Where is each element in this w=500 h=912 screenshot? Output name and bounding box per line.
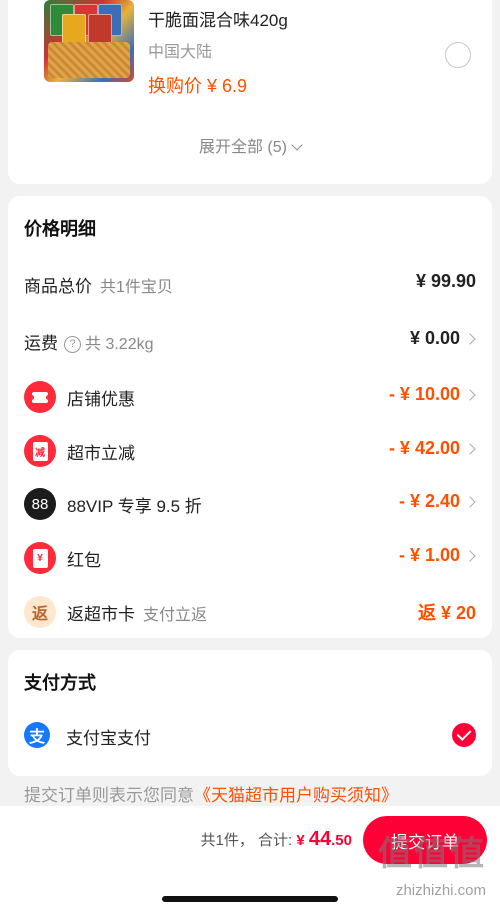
order-total: 共1件， 合计: ¥ 44.50 bbox=[201, 828, 352, 851]
store-discount-label: 店铺优惠 bbox=[67, 390, 135, 409]
cashback-note: 支付立返 bbox=[143, 607, 208, 624]
currency-symbol: ¥ bbox=[296, 832, 309, 849]
home-indicator[interactable] bbox=[162, 896, 338, 902]
total-integer: 44 bbox=[308, 828, 332, 850]
alipay-icon: 支 bbox=[24, 722, 50, 748]
chevron-right-icon bbox=[464, 496, 476, 508]
product-exchange-price: 换购价 ¥ 6.9 bbox=[148, 76, 248, 96]
subtotal-value: ¥ 99.90 bbox=[415, 271, 476, 291]
cashback-icon: 返 bbox=[24, 596, 56, 628]
product-card: 干脆面混合味420g 中国大陆 换购价 ¥ 6.9 展开全部 (5) bbox=[8, 0, 492, 184]
price-detail-title: 价格明细 bbox=[24, 219, 96, 239]
selected-check-icon[interactable] bbox=[452, 723, 476, 747]
total-label: 合计: bbox=[258, 832, 293, 849]
market-reduction-value: - ¥ 42.00 bbox=[388, 438, 460, 458]
help-icon[interactable]: ? bbox=[64, 336, 81, 353]
vip88-icon: 88 bbox=[24, 488, 56, 520]
total-decimal: .50 bbox=[331, 832, 352, 849]
row-cashback: 返 返超市卡 支付立返 返 ¥ 20 bbox=[8, 592, 492, 632]
row-store-discount[interactable]: 店铺优惠 - ¥ 10.00 bbox=[8, 377, 492, 417]
row-subtotal: 商品总价 共1件宝贝 ¥ 99.90 bbox=[8, 264, 492, 304]
item-count: 共1件， bbox=[200, 832, 254, 849]
chevron-right-icon bbox=[464, 389, 476, 401]
product-title: 干脆面混合味420g bbox=[148, 11, 288, 30]
subtotal-label: 商品总价 bbox=[24, 277, 92, 296]
red-packet-value: - ¥ 1.00 bbox=[398, 545, 460, 565]
price-detail-card: 价格明细 商品总价 共1件宝贝 ¥ 99.90 运费? 共 3.22kg ¥ 0.0… bbox=[8, 196, 492, 638]
row-market-reduction[interactable]: 减 超市立减 - ¥ 42.00 bbox=[8, 431, 492, 471]
agreement-text: 提交订单则表示您同意 bbox=[24, 786, 194, 805]
shipping-value: ¥ 0.00 bbox=[409, 328, 460, 348]
discount-envelope-icon: 减 bbox=[24, 435, 56, 467]
coupon-ticket-icon bbox=[24, 381, 56, 413]
row-88vip[interactable]: 88 88VIP 专享 9.5 折 - ¥ 2.40 bbox=[8, 484, 492, 524]
product-thumbnail[interactable] bbox=[44, 0, 134, 82]
market-reduction-label: 超市立减 bbox=[67, 444, 135, 463]
row-red-packet[interactable]: ¥ 红包 - ¥ 1.00 bbox=[8, 538, 492, 578]
vip-discount-value: - ¥ 2.40 bbox=[398, 491, 460, 511]
purchase-terms-link[interactable]: 《天猫超市用户购买须知》 bbox=[194, 786, 398, 805]
cashback-value: 返 ¥ 20 bbox=[417, 603, 476, 623]
payment-method-card: 支付方式 支 支付宝支付 bbox=[8, 650, 492, 776]
watermark: 值值值 bbox=[378, 835, 486, 873]
red-packet-icon: ¥ bbox=[24, 542, 56, 574]
chevron-right-icon bbox=[464, 443, 476, 455]
store-discount-value: - ¥ 10.00 bbox=[388, 384, 460, 404]
alipay-option[interactable]: 支付宝支付 bbox=[66, 724, 151, 749]
expand-all-button[interactable]: 展开全部 (5) bbox=[8, 133, 492, 157]
shipping-label: 运费 bbox=[24, 334, 58, 353]
agreement-notice: 提交订单则表示您同意《天猫超市用户购买须知》 bbox=[24, 781, 398, 806]
subtotal-count: 共1件宝贝 bbox=[100, 279, 173, 296]
product-origin: 中国大陆 bbox=[148, 44, 213, 61]
cashback-label: 返超市卡 bbox=[67, 605, 135, 624]
product-select-radio[interactable] bbox=[445, 42, 471, 68]
payment-method-title: 支付方式 bbox=[24, 673, 96, 693]
vip-discount-label: 88VIP 专享 9.5 折 bbox=[67, 497, 202, 516]
row-shipping[interactable]: 运费? 共 3.22kg ¥ 0.00 bbox=[8, 321, 492, 361]
shipping-weight: 共 3.22kg bbox=[85, 336, 154, 353]
red-packet-label: 红包 bbox=[67, 551, 101, 570]
chevron-right-icon bbox=[464, 333, 476, 345]
chevron-down-icon bbox=[291, 139, 303, 151]
chevron-right-icon bbox=[464, 550, 476, 562]
expand-all-label: 展开全部 (5) bbox=[198, 139, 287, 156]
watermark-url: zhizhizhi.com bbox=[395, 882, 486, 899]
